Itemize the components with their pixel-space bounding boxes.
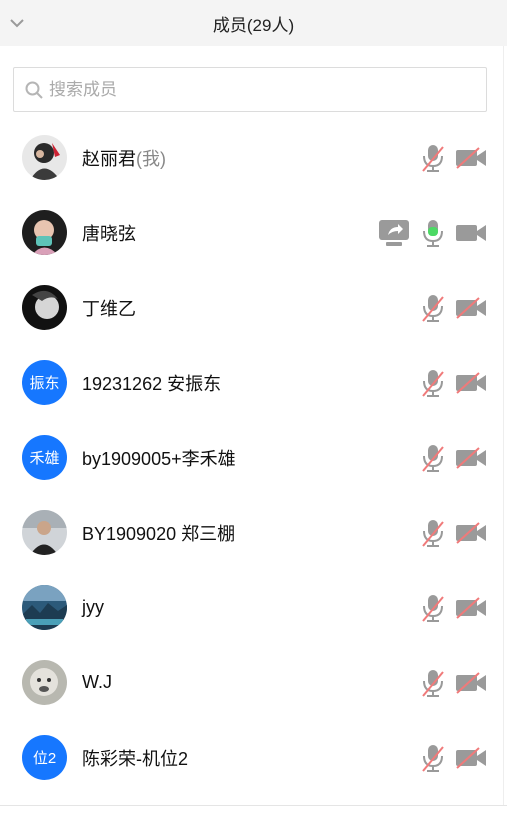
mic-muted-icon[interactable] bbox=[416, 292, 450, 324]
scrollbar-track[interactable] bbox=[503, 46, 504, 806]
camera-off-icon[interactable] bbox=[454, 742, 488, 774]
camera-off-icon[interactable] bbox=[454, 667, 488, 699]
camera-off-icon[interactable] bbox=[454, 517, 488, 549]
member-name: BY1909020 郑三棚 bbox=[82, 523, 236, 544]
member-row[interactable]: jyy bbox=[0, 570, 507, 645]
member-row[interactable]: 禾雄 by1909005+李禾雄 bbox=[0, 420, 507, 495]
divider bbox=[0, 805, 507, 806]
mic-muted-icon[interactable] bbox=[416, 742, 450, 774]
member-row[interactable]: 振东 19231262 安振东 bbox=[0, 345, 507, 420]
member-name: 19231262 安振东 bbox=[82, 373, 222, 394]
avatar: 振东 bbox=[22, 360, 67, 405]
member-name: 丁维乙 bbox=[82, 298, 136, 319]
member-row[interactable]: W.J bbox=[0, 645, 507, 720]
mic-muted-icon[interactable] bbox=[416, 517, 450, 549]
member-name: 唐晓弦 bbox=[82, 223, 136, 244]
member-name: 陈彩荣-机位2 bbox=[82, 748, 189, 769]
mic-muted-icon[interactable] bbox=[416, 442, 450, 474]
member-row[interactable]: 丁维乙 bbox=[0, 270, 507, 345]
avatar bbox=[22, 585, 67, 630]
chevron-down-icon[interactable] bbox=[8, 14, 26, 32]
member-name: W.J bbox=[82, 672, 112, 692]
avatar bbox=[22, 135, 67, 180]
member-search-box[interactable] bbox=[13, 67, 487, 112]
self-tag: (我) bbox=[136, 148, 166, 169]
avatar: 禾雄 bbox=[22, 435, 67, 480]
mic-muted-icon[interactable] bbox=[416, 592, 450, 624]
panel-title: 成员(29人) bbox=[212, 15, 295, 35]
avatar bbox=[22, 660, 67, 705]
member-row[interactable]: 唐晓弦 bbox=[0, 195, 507, 270]
member-name: by1909005+李禾雄 bbox=[82, 448, 236, 469]
camera-off-icon[interactable] bbox=[454, 367, 488, 399]
mic-muted-icon[interactable] bbox=[416, 367, 450, 399]
member-name: 赵丽君 (我) bbox=[82, 120, 166, 195]
member-name: jyy bbox=[82, 597, 104, 617]
members-header: 成员(29人) bbox=[0, 0, 507, 46]
member-list: 赵丽君 (我) 唐晓弦 丁维乙 振东 19231262 安振东 禾雄 by190… bbox=[0, 120, 507, 795]
avatar bbox=[22, 285, 67, 330]
camera-off-icon[interactable] bbox=[454, 292, 488, 324]
camera-off-icon[interactable] bbox=[454, 142, 488, 174]
avatar bbox=[22, 510, 67, 555]
search-input[interactable] bbox=[49, 69, 469, 110]
member-row[interactable]: BY1909020 郑三棚 bbox=[0, 495, 507, 570]
mic-muted-icon[interactable] bbox=[416, 667, 450, 699]
camera-off-icon[interactable] bbox=[454, 592, 488, 624]
mic-muted-icon[interactable] bbox=[416, 142, 450, 174]
member-row[interactable]: 位2 陈彩荣-机位2 bbox=[0, 720, 507, 795]
mic-active-icon[interactable] bbox=[416, 217, 450, 249]
camera-on-icon[interactable] bbox=[454, 217, 488, 249]
avatar bbox=[22, 210, 67, 255]
member-row[interactable]: 赵丽君 (我) bbox=[0, 120, 507, 195]
search-icon bbox=[25, 80, 45, 100]
camera-off-icon[interactable] bbox=[454, 442, 488, 474]
screen-share-icon[interactable] bbox=[377, 217, 411, 249]
avatar: 位2 bbox=[22, 735, 67, 780]
